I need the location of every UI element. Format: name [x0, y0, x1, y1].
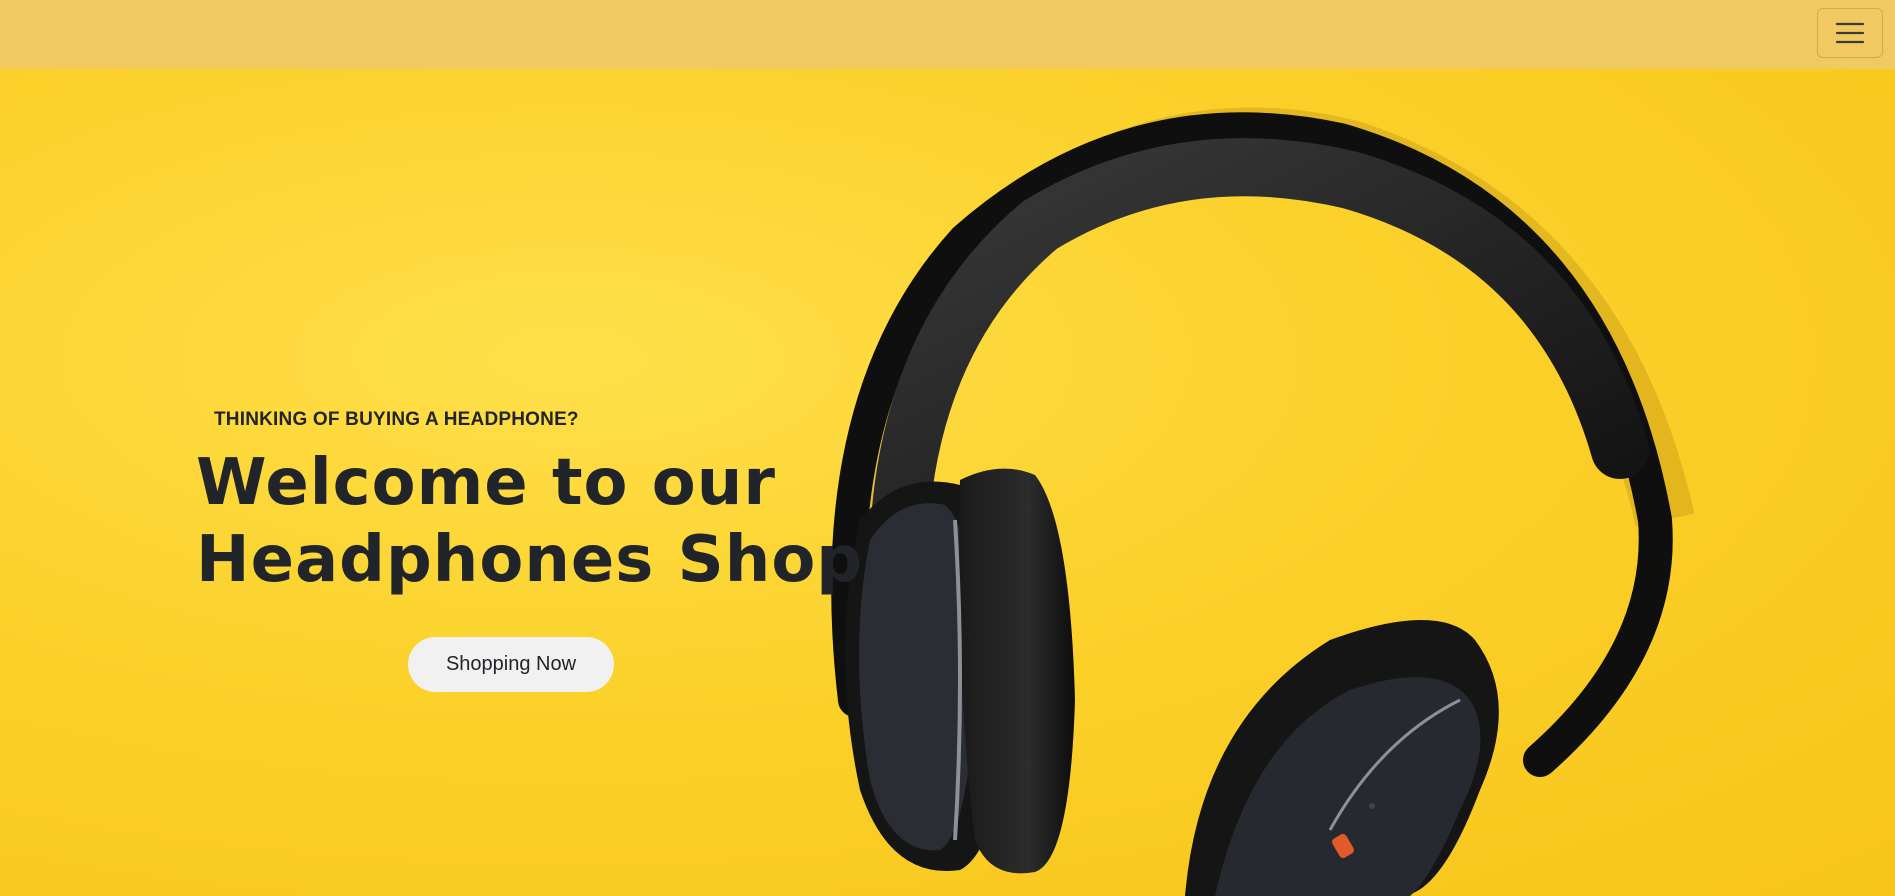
hero-eyebrow: THINKING OF BUYING A HEADPHONE? — [214, 409, 579, 430]
landing-page: THINKING OF BUYING A HEADPHONE? Welcome … — [0, 0, 1895, 896]
hero-section: THINKING OF BUYING A HEADPHONE? Welcome … — [196, 405, 863, 692]
shopping-now-button[interactable]: Shopping Now — [408, 637, 614, 692]
menu-toggle-button[interactable] — [1817, 8, 1883, 58]
top-navbar — [0, 0, 1895, 69]
hero-title: Welcome to our Headphones Shop — [196, 445, 863, 599]
hamburger-menu-icon — [1835, 22, 1865, 44]
hero-title-line1: Welcome to our — [196, 446, 776, 520]
hero-title-line2: Headphones Shop — [196, 523, 864, 597]
